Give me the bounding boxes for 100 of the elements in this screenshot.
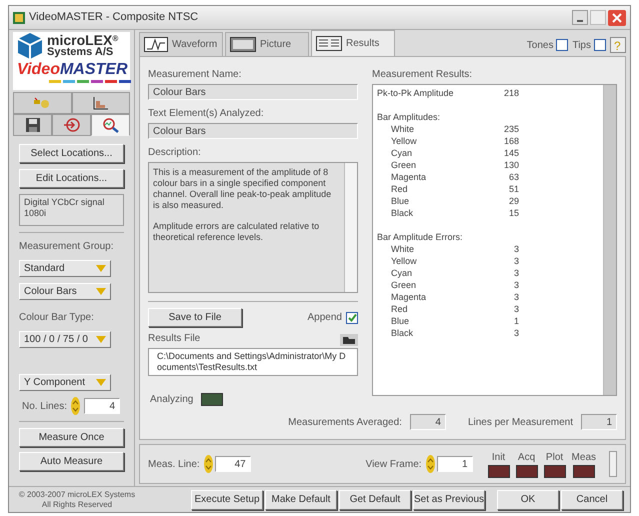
field-label: Tips <box>572 38 591 52</box>
checkbox[interactable] <box>594 39 606 51</box>
dropdown-arrow-icon <box>96 379 106 386</box>
push-button[interactable]: Cancel <box>561 490 623 510</box>
spinner-icon[interactable] <box>71 397 80 415</box>
checkbox[interactable] <box>346 312 358 324</box>
result-label: Black <box>391 207 414 219</box>
magnifier-icon <box>102 117 120 133</box>
field-label: Text Element(s) Analyzed: <box>148 107 265 121</box>
close-icon[interactable] <box>608 10 626 26</box>
text-field[interactable]: 47 <box>214 456 251 472</box>
text-field[interactable]: 1 <box>436 456 473 472</box>
result-value: 3 <box>512 243 519 255</box>
dropdown[interactable]: Y Component <box>19 374 111 391</box>
result-label: Yellow <box>391 135 418 147</box>
scrollbar[interactable] <box>603 85 616 395</box>
result-value: 63 <box>508 171 519 183</box>
result-label: Pk-to-Pk Amplitude <box>377 87 455 99</box>
folder-icon[interactable] <box>340 334 358 346</box>
result-value: 15 <box>508 207 519 219</box>
save-icon <box>26 118 40 132</box>
push-button[interactable]: Edit Locations... <box>19 169 124 188</box>
result-value: 130 <box>502 159 519 171</box>
icon-tab[interactable] <box>91 114 130 136</box>
scrollbar[interactable] <box>344 163 357 292</box>
arrow-circle-icon <box>62 117 80 133</box>
field-label: Measurements Averaged: <box>288 416 402 430</box>
field-label: Measurement Name: <box>148 68 242 82</box>
dropdown[interactable]: 100 / 0 / 75 / 0 <box>19 331 111 348</box>
result-label: White <box>391 243 416 255</box>
result-label: Red <box>391 303 409 315</box>
signal-info: Digital YCbCr signal 1080i <box>19 194 124 226</box>
tab[interactable]: Picture <box>225 32 309 56</box>
icon-tab[interactable] <box>72 92 130 114</box>
level-meter <box>609 451 617 477</box>
push-button[interactable]: Save to File <box>148 308 242 327</box>
field-label: Colour Bar Type: <box>19 311 95 325</box>
field-label: Description: <box>148 146 202 160</box>
push-button[interactable]: Execute Setup <box>191 490 263 510</box>
tab[interactable]: Results <box>311 30 395 56</box>
result-value: 29 <box>508 195 519 207</box>
result-value: 51 <box>508 183 519 195</box>
result-label: Red <box>391 183 409 195</box>
result-label: Bar Amplitudes: <box>377 111 442 123</box>
result-value: 3 <box>512 291 519 303</box>
result-value: 168 <box>502 135 519 147</box>
dropdown-arrow-icon <box>96 336 106 343</box>
text-field[interactable]: 4 <box>84 398 120 414</box>
description-text: Amplitude errors are calculated relative to theoretical reference levels. <box>153 221 320 243</box>
file-path-field[interactable]: C:\Documents and Settings\Administrator\My Documents\TestResults.txt <box>148 348 358 376</box>
dropdown-arrow-icon <box>96 288 106 295</box>
result-label: Magenta <box>391 291 428 303</box>
field-label: Lines per Measurement <box>468 416 573 430</box>
spinner-icon[interactable] <box>204 455 213 473</box>
icon-tab[interactable] <box>13 114 52 136</box>
dropdown[interactable]: Standard <box>19 260 111 277</box>
field-label: Meas <box>572 451 596 465</box>
monitor-icon <box>230 37 256 52</box>
field-label: Analyzing <box>150 393 194 407</box>
dropdown[interactable]: Colour Bars <box>19 283 111 300</box>
push-button[interactable]: OK <box>497 490 559 510</box>
result-value: 3 <box>512 303 519 315</box>
result-value: 3 <box>512 267 519 279</box>
result-label: Blue <box>391 195 410 207</box>
table-icon <box>316 36 342 51</box>
push-button[interactable]: Get Default <box>339 490 411 510</box>
result-label: Yellow <box>391 255 418 267</box>
company-subtitle: Systems A/S <box>47 46 114 58</box>
result-label: White <box>391 123 416 135</box>
result-value: 3 <box>512 327 519 339</box>
field-label: Meas. Line: <box>148 458 200 472</box>
push-button[interactable]: Measure Once <box>19 428 124 447</box>
text-field[interactable]: 1 <box>581 414 617 430</box>
field-label: Init <box>492 451 506 465</box>
minimize-button[interactable] <box>572 10 588 24</box>
result-label: Green <box>391 159 418 171</box>
push-button[interactable]: Select Locations... <box>19 144 124 163</box>
window-title: VideoMASTER - Composite NTSC <box>29 10 198 26</box>
field-label: Results File <box>148 332 200 346</box>
result-value: 218 <box>502 87 519 99</box>
result-value: 3 <box>512 279 519 291</box>
checkbox[interactable] <box>556 39 568 51</box>
tab[interactable]: Waveform <box>139 32 223 56</box>
field-label: Acq <box>518 451 536 465</box>
result-label: Bar Amplitude Errors: <box>377 231 464 243</box>
result-value: 3 <box>512 255 519 267</box>
color-strip-icon <box>49 80 133 83</box>
push-button[interactable]: Set as Previous <box>413 490 485 510</box>
text-field[interactable]: Colour Bars <box>148 84 358 100</box>
result-label: Magenta <box>391 171 428 183</box>
spinner-icon[interactable] <box>426 455 435 473</box>
field-label: Measurement Group: <box>19 240 114 254</box>
text-field[interactable]: Colour Bars <box>148 123 358 139</box>
push-button[interactable]: Auto Measure <box>19 452 124 471</box>
field-label: View Frame: <box>366 458 422 472</box>
icon-tab[interactable] <box>52 114 91 136</box>
field-label: No. Lines: <box>22 400 67 414</box>
text-field[interactable]: 4 <box>410 414 446 430</box>
description-text: This is a measurement of the amplitude of 8 colour bars in a single specified component channel. Overall line peak-to-peak amplitude is also measured. <box>153 167 332 211</box>
push-button[interactable]: Make Default <box>265 490 337 510</box>
